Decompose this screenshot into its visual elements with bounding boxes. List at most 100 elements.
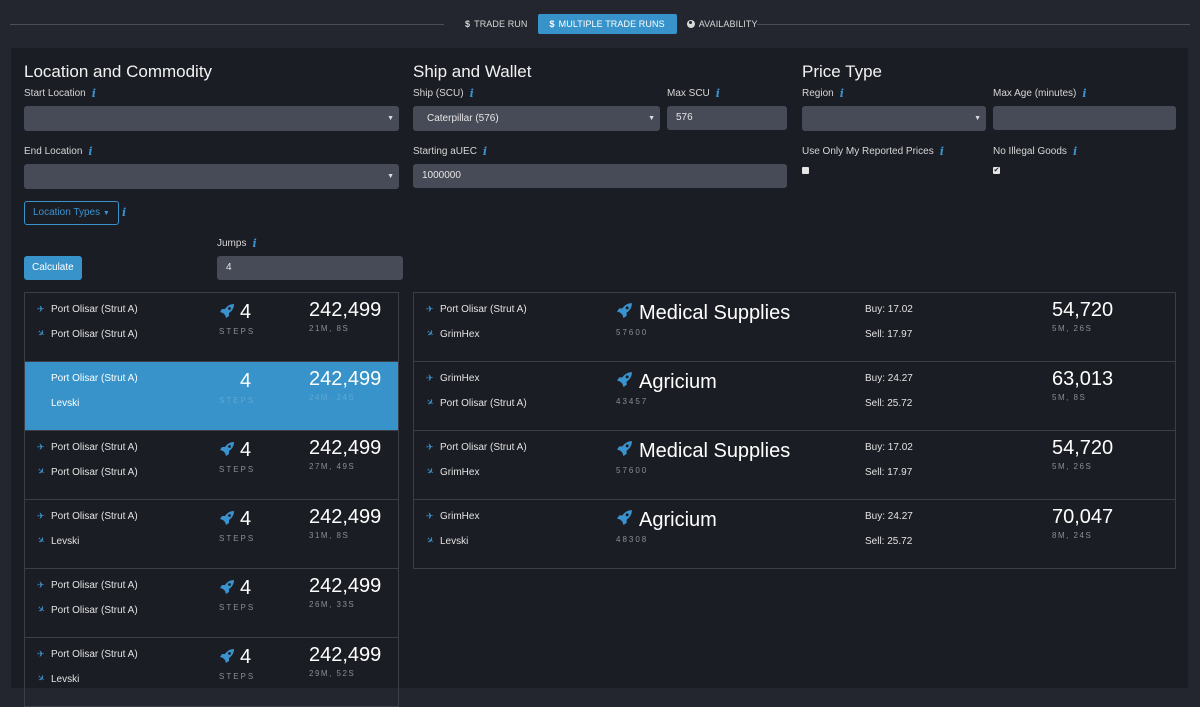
globe-icon bbox=[686, 20, 695, 28]
starting-auec-input[interactable]: 1000000 bbox=[413, 164, 787, 188]
arrival-icon: ✈ bbox=[35, 327, 48, 340]
end-location-text: Levski bbox=[51, 674, 80, 685]
steps-count: 4 bbox=[219, 301, 251, 324]
label-text: Use Only My Reported Prices bbox=[802, 146, 934, 157]
route-row[interactable]: ✈ Port Olisar (Strut A) ✈ Port Olisar (S… bbox=[25, 293, 398, 362]
label-text: Max Age (minutes) bbox=[993, 88, 1077, 99]
info-icon[interactable]: i bbox=[470, 87, 474, 100]
region-select[interactable]: ▼ bbox=[802, 106, 986, 131]
steps-label: STEPS bbox=[219, 327, 256, 336]
ship-select[interactable]: Caterpillar (576) ▼ bbox=[413, 106, 660, 131]
commodity-cost: 43457 bbox=[616, 397, 649, 406]
end-location-select[interactable]: ▼ bbox=[24, 164, 399, 189]
end-location-text: GrimHex bbox=[440, 467, 480, 478]
steps-label: STEPS bbox=[219, 534, 256, 543]
calculate-button[interactable]: Calculate bbox=[24, 256, 82, 280]
departure-icon: ✈ bbox=[426, 304, 434, 314]
route-end: ✈ Levski bbox=[35, 672, 80, 685]
step-start: ✈ Port Olisar (Strut A) bbox=[426, 442, 527, 453]
step-end: ✈ Levski bbox=[424, 534, 468, 547]
end-location-text: Port Olisar (Strut A) bbox=[51, 467, 138, 478]
route-end: ✈ Levski bbox=[35, 534, 79, 547]
route-start: ✈ Port Olisar (Strut A) bbox=[37, 580, 138, 591]
max-age-label: Max Age (minutes) i bbox=[993, 87, 1087, 100]
tab-label: TRADE RUN bbox=[474, 19, 528, 29]
jumps-input[interactable]: 4 bbox=[217, 256, 403, 280]
steps-value: 4 bbox=[240, 439, 252, 461]
steps-label: STEPS bbox=[219, 603, 256, 612]
steps-count: 4 bbox=[219, 439, 251, 462]
start-location-select[interactable]: ▼ bbox=[24, 106, 399, 131]
route-steps-list: ✈ Port Olisar (Strut A) ✈ GrimHex Medica… bbox=[413, 292, 1176, 569]
route-step-row: ✈ Port Olisar (Strut A) ✈ GrimHex Medica… bbox=[414, 431, 1175, 500]
commodity-name: Agricium bbox=[639, 509, 717, 531]
label-text: Ship (SCU) bbox=[413, 88, 464, 99]
info-icon[interactable]: i bbox=[252, 237, 256, 250]
arrival-icon: ✈ bbox=[424, 465, 437, 478]
nav-divider-left bbox=[10, 24, 444, 25]
no-illegal-goods-checkbox[interactable]: ✔ bbox=[993, 167, 1000, 174]
info-icon[interactable]: i bbox=[940, 145, 944, 158]
route-row[interactable]: ✈ Port Olisar (Strut A) ✈ Port Olisar (S… bbox=[25, 569, 398, 638]
departure-icon: ✈ bbox=[426, 373, 434, 383]
top-navigation: $ TRADE RUN $ MULTIPLE TRADE RUNS AVAILA… bbox=[0, 0, 1200, 48]
route-row[interactable]: ✈ Port Olisar (Strut A) ✈ Port Olisar (S… bbox=[25, 431, 398, 500]
route-step-row: ✈ Port Olisar (Strut A) ✈ GrimHex Medica… bbox=[414, 293, 1175, 362]
commodity-name: Agricium bbox=[639, 371, 717, 393]
info-icon[interactable]: i bbox=[122, 206, 126, 219]
info-icon[interactable]: i bbox=[1082, 87, 1086, 100]
end-location-text: Port Olisar (Strut A) bbox=[440, 398, 527, 409]
start-location-text: Port Olisar (Strut A) bbox=[440, 442, 527, 453]
reported-prices-label: Use Only My Reported Prices i bbox=[802, 145, 944, 158]
route-row[interactable]: ✈ Port Olisar (Strut A) ✈ Levski 4 STEPS… bbox=[25, 638, 398, 707]
max-scu-input[interactable]: 576 bbox=[667, 106, 787, 130]
buy-price: Buy: 24.27 bbox=[865, 511, 913, 522]
route-start: ✈ Port Olisar (Strut A) bbox=[37, 304, 138, 315]
buy-price: Buy: 17.02 bbox=[865, 304, 913, 315]
commodity-name: Medical Supplies bbox=[639, 302, 791, 324]
location-types-dropdown[interactable]: Location Types ▼ bbox=[24, 201, 119, 225]
departure-icon: ✈ bbox=[426, 511, 434, 521]
info-icon[interactable]: i bbox=[88, 145, 92, 158]
step-profit: 54,720 bbox=[1052, 299, 1114, 321]
steps-value: 4 bbox=[240, 508, 252, 530]
start-location-label: Start Location i bbox=[24, 87, 96, 100]
end-location-text: Levski bbox=[51, 398, 80, 409]
start-location-text: GrimHex bbox=[440, 373, 480, 384]
end-location-text: Port Olisar (Strut A) bbox=[51, 329, 138, 340]
route-end: ✈ Levski bbox=[37, 398, 79, 409]
reported-prices-checkbox[interactable] bbox=[802, 167, 809, 174]
info-icon[interactable]: i bbox=[483, 145, 487, 158]
step-start: ✈ GrimHex bbox=[426, 373, 479, 384]
tab-multiple-trade-runs[interactable]: $ MULTIPLE TRADE RUNS bbox=[537, 14, 677, 34]
arrival-icon: ✈ bbox=[424, 327, 437, 340]
tab-availability[interactable]: AVAILABILITY bbox=[677, 14, 768, 34]
step-start: ✈ GrimHex bbox=[426, 511, 479, 522]
rocket-icon bbox=[219, 303, 235, 323]
commodity-cost: 57600 bbox=[616, 466, 649, 475]
steps-count: 4 bbox=[219, 577, 251, 600]
info-icon[interactable]: i bbox=[92, 87, 96, 100]
step-end: ✈ Port Olisar (Strut A) bbox=[424, 396, 527, 409]
route-row[interactable]: ✈ Port Olisar (Strut A) ✈ Levski 4 STEPS… bbox=[25, 500, 398, 569]
tab-trade-run[interactable]: $ TRADE RUN bbox=[455, 14, 538, 34]
step-duration: 8M, 24S bbox=[1052, 531, 1093, 540]
route-duration: 27M, 49S bbox=[309, 462, 356, 471]
select-value: Caterpillar (576) bbox=[427, 113, 499, 124]
region-label: Region i bbox=[802, 87, 844, 100]
info-icon[interactable]: i bbox=[716, 87, 720, 100]
button-label: Location Types bbox=[33, 207, 101, 218]
route-profit: 242,499 bbox=[309, 575, 382, 597]
steps-label: STEPS bbox=[219, 465, 256, 474]
start-location-text: Port Olisar (Strut A) bbox=[51, 580, 138, 591]
caret-down-icon: ▼ bbox=[387, 115, 394, 122]
label-text: No Illegal Goods bbox=[993, 146, 1067, 157]
info-icon[interactable]: i bbox=[840, 87, 844, 100]
max-age-input[interactable] bbox=[993, 106, 1176, 130]
label-text: Starting aUEC bbox=[413, 146, 477, 157]
route-row[interactable]: ✈ Port Olisar (Strut A) ✈ Levski 4 STEPS… bbox=[25, 362, 398, 431]
route-start: ✈ Port Olisar (Strut A) bbox=[37, 373, 138, 384]
label-text: Region bbox=[802, 88, 834, 99]
step-start: ✈ Port Olisar (Strut A) bbox=[426, 304, 527, 315]
info-icon[interactable]: i bbox=[1073, 145, 1077, 158]
